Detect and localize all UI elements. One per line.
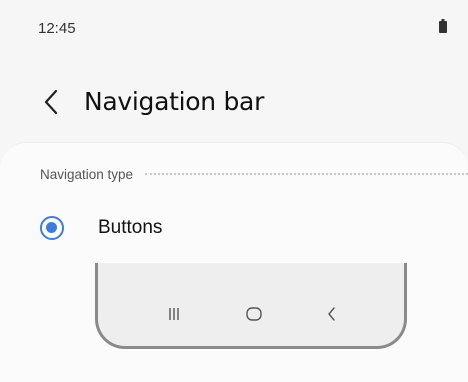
preview-back-button <box>312 299 352 329</box>
chevron-left-icon <box>44 89 58 115</box>
navigation-bar-preview <box>95 263 407 349</box>
buttons-radio[interactable] <box>40 216 64 240</box>
settings-card: Navigation type Buttons <box>0 142 468 382</box>
section-header: Navigation type <box>40 165 468 183</box>
header: Navigation bar <box>0 78 468 128</box>
recents-icon <box>169 308 179 320</box>
back-icon <box>328 307 335 321</box>
section-label: Navigation type <box>40 166 134 182</box>
preview-recents-button <box>154 299 194 329</box>
status-time: 12:45 <box>38 20 76 37</box>
navigation-type-buttons-option[interactable]: Buttons <box>0 205 468 251</box>
section-divider <box>145 173 468 175</box>
battery-icon <box>439 19 447 38</box>
preview-home-button <box>234 299 274 329</box>
back-button[interactable] <box>36 84 66 120</box>
status-bar: 12:45 <box>0 0 468 50</box>
radio-selected-dot <box>46 222 57 233</box>
home-icon <box>246 307 262 321</box>
page-title: Navigation bar <box>84 87 265 116</box>
buttons-option-label: Buttons <box>98 217 163 238</box>
